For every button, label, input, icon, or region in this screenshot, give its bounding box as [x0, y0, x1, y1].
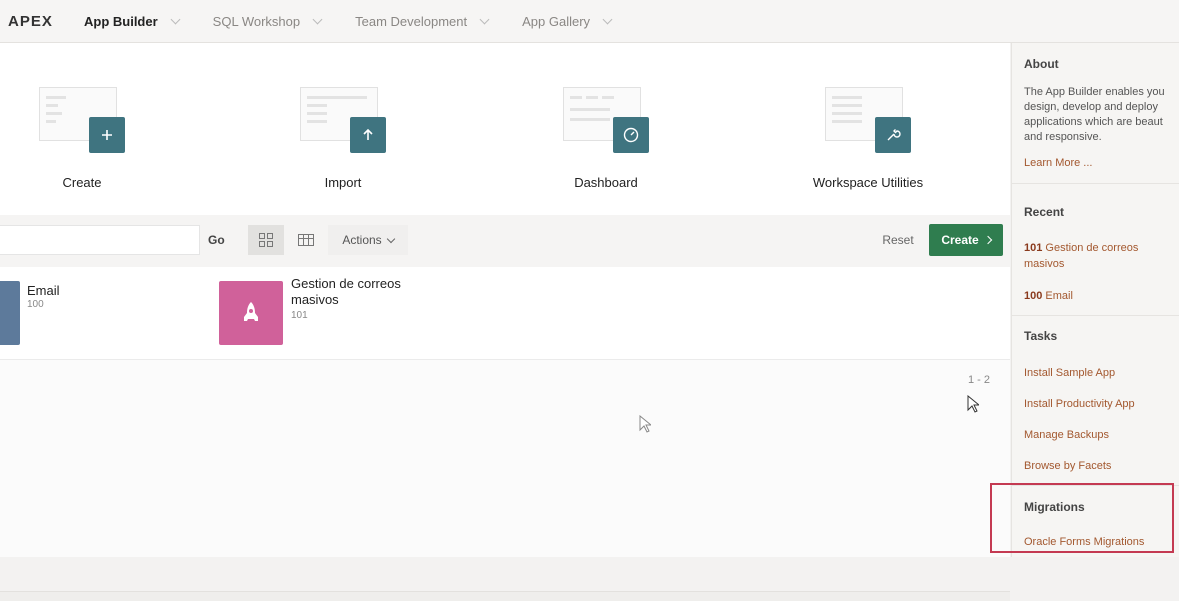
tile-create-label: Create [62, 175, 102, 190]
search-input[interactable] [0, 225, 200, 255]
nav-app-builder[interactable]: App Builder [84, 13, 181, 29]
divider [1012, 183, 1179, 184]
tile-workspace-utilities[interactable]: Workspace Utilities [788, 83, 948, 190]
recent-item-100[interactable]: 100 Email [1024, 288, 1073, 304]
grid-icon [259, 233, 273, 247]
nav-sql-workshop-label: SQL Workshop [212, 13, 301, 29]
chevron-down-icon [386, 234, 395, 243]
recent-item-101[interactable]: 101 Gestion de correos masivos [1024, 240, 1174, 272]
nav-team-development-label: Team Development [355, 13, 468, 29]
tile-dashboard-label: Dashboard [574, 175, 638, 190]
import-illustration [300, 83, 386, 153]
task-install-productivity-app[interactable]: Install Productivity App [1024, 396, 1135, 412]
hero-tiles: Create Import Dashboard Workspace Utilit… [0, 43, 1010, 215]
footer-bar [0, 591, 1010, 601]
about-text: The App Builder enables you design, deve… [1024, 85, 1179, 145]
gauge-icon [613, 117, 649, 153]
nav-sql-workshop[interactable]: SQL Workshop [212, 13, 323, 29]
application-cards: Email 100 Gestion de correos masivos 101 [0, 267, 1010, 360]
recent-item-name: Gestion de correos masivos [1024, 242, 1139, 270]
rocket-icon [244, 302, 258, 321]
create-illustration [39, 83, 125, 153]
top-navigation-bar: APEX App Builder SQL Workshop Team Devel… [0, 0, 1179, 43]
dashboard-illustration [563, 83, 649, 153]
app-icon-email[interactable] [0, 281, 20, 345]
task-browse-by-facets[interactable]: Browse by Facets [1024, 458, 1111, 474]
actions-label: Actions [342, 233, 382, 247]
mouse-cursor-icon [639, 415, 651, 433]
about-line: design, develop and deploy [1024, 101, 1158, 113]
recent-heading: Recent [1024, 205, 1065, 219]
recent-item-name: Email [1045, 290, 1073, 302]
chevron-down-icon [312, 14, 323, 24]
app-icon-gestion[interactable] [219, 281, 283, 345]
pagination-range: 1 - 2 [968, 374, 991, 386]
about-heading: About [1024, 57, 1059, 71]
apps-toolbar: Go Actions Reset Create [0, 215, 1010, 267]
learn-more-link[interactable]: Learn More ... [1024, 155, 1092, 171]
create-app-label: Create [941, 233, 979, 247]
app-name-gestion[interactable]: Gestion de correos masivos [291, 276, 431, 308]
app-name-email[interactable]: Email [27, 283, 60, 299]
app-number-gestion: 101 [291, 310, 308, 321]
apex-logo[interactable]: APEX [8, 13, 78, 30]
report-view-button[interactable] [288, 225, 324, 255]
actions-menu-button[interactable]: Actions [328, 225, 408, 255]
chevron-right-icon [983, 235, 992, 245]
chevron-down-icon [170, 14, 181, 24]
app-number-email: 100 [27, 299, 44, 310]
create-app-button[interactable]: Create [929, 224, 1003, 256]
tile-workspace-utilities-label: Workspace Utilities [812, 175, 924, 190]
chevron-down-icon [602, 14, 613, 24]
recent-item-id: 101 [1024, 242, 1043, 254]
tasks-heading: Tasks [1024, 329, 1058, 343]
nav-app-gallery-label: App Gallery [522, 13, 591, 29]
nav-app-builder-label: App Builder [84, 13, 158, 29]
plus-icon [89, 117, 125, 153]
migrations-highlight-box [990, 483, 1174, 553]
main-content: Create Import Dashboard Workspace Utilit… [0, 43, 1010, 601]
reset-button[interactable]: Reset [870, 225, 926, 255]
task-manage-backups[interactable]: Manage Backups [1024, 427, 1109, 443]
tile-create[interactable]: Create [2, 83, 162, 190]
about-line: and responsive. [1024, 131, 1102, 143]
nav-team-development[interactable]: Team Development [355, 13, 490, 29]
divider [1012, 315, 1179, 316]
wrench-icon [875, 117, 911, 153]
utilities-illustration [825, 83, 911, 153]
about-line: The App Builder enables you [1024, 86, 1165, 98]
go-button[interactable]: Go [208, 233, 225, 247]
mouse-cursor-icon [967, 395, 979, 413]
chevron-down-icon [479, 14, 490, 24]
table-icon [298, 234, 314, 246]
task-install-sample-app[interactable]: Install Sample App [1024, 365, 1115, 381]
right-sidebar: About The App Builder enables you design… [1011, 43, 1179, 557]
arrow-up-icon [350, 117, 386, 153]
tile-import[interactable]: Import [263, 83, 423, 190]
tile-import-label: Import [324, 175, 362, 190]
tile-dashboard[interactable]: Dashboard [526, 83, 686, 190]
nav-app-gallery[interactable]: App Gallery [522, 13, 613, 29]
grid-view-button[interactable] [248, 225, 284, 255]
about-line: applications which are beaut [1024, 116, 1163, 128]
recent-item-id: 100 [1024, 290, 1043, 302]
